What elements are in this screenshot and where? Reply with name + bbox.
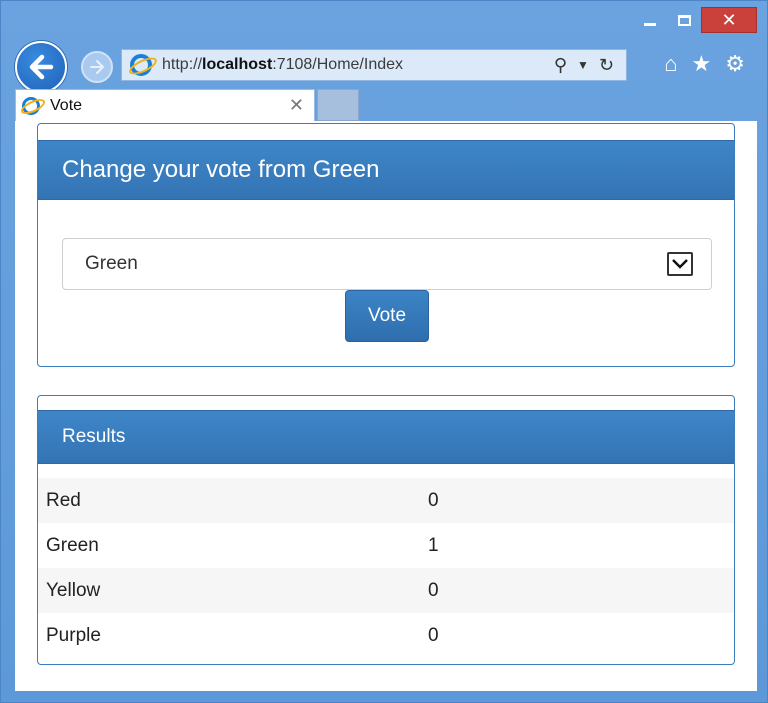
close-icon: ✕ [721, 9, 737, 30]
new-tab-button[interactable] [317, 89, 359, 121]
browser-toolbar: ⌂ ★ ⚙ [664, 51, 745, 77]
chevron-down-icon[interactable] [667, 252, 693, 276]
home-icon[interactable]: ⌂ [664, 51, 677, 77]
vote-count: 0 [428, 478, 734, 523]
vote-count: 1 [428, 523, 734, 568]
table-row: Purple 0 [38, 613, 734, 658]
vote-count: 0 [428, 568, 734, 613]
close-tab-icon[interactable]: ✕ [289, 95, 304, 116]
results-table: Red 0 Green 1 Yellow 0 Purple 0 [38, 478, 734, 658]
maximize-button[interactable] [667, 7, 701, 33]
address-tools: ⚲ ▼ ↻ [554, 55, 614, 76]
vote-button[interactable]: Vote [345, 290, 429, 342]
forward-button[interactable] [81, 51, 113, 83]
url-host: localhost [202, 56, 273, 73]
maximize-icon [677, 14, 691, 26]
color-name: Red [38, 478, 428, 523]
refresh-icon[interactable]: ↻ [599, 55, 614, 76]
selected-option: Green [85, 253, 138, 274]
vote-panel-title: Change your vote from Green [38, 140, 734, 200]
back-arrow-icon [29, 54, 54, 80]
minimize-button[interactable] [633, 7, 667, 33]
color-select[interactable]: Green [62, 238, 712, 290]
window-caption-buttons: ✕ [633, 7, 757, 33]
color-name: Green [38, 523, 428, 568]
results-panel-title: Results [38, 410, 734, 464]
results-panel: Results Red 0 Green 1 Yellow 0 Purple 0 [37, 395, 735, 665]
vote-count: 0 [428, 613, 734, 658]
url-prefix: http:// [162, 56, 203, 73]
ie-logo-icon [130, 54, 152, 76]
browser-tab[interactable]: Vote ✕ [15, 89, 315, 121]
address-bar[interactable]: http://localhost:7108/Home/Index ⚲ ▼ ↻ [121, 49, 627, 81]
browser-window: ✕ http://localhost:7108/Home/Index ⚲ ▼ ↻… [0, 0, 768, 703]
url-text[interactable]: http://localhost:7108/Home/Index [162, 56, 403, 74]
vote-panel: Change your vote from Green Green Vote [37, 123, 735, 367]
ie-logo-icon [22, 96, 40, 115]
color-name: Yellow [38, 568, 428, 613]
page-content: Change your vote from Green Green Vote R… [15, 121, 757, 691]
table-row: Yellow 0 [38, 568, 734, 613]
back-button[interactable] [15, 41, 67, 93]
table-row: Red 0 [38, 478, 734, 523]
minimize-icon [644, 22, 656, 26]
star-icon[interactable]: ★ [692, 51, 712, 77]
url-path: :7108/Home/Index [272, 56, 404, 73]
forward-arrow-icon [90, 60, 104, 74]
dropdown-arrow-icon[interactable]: ▼ [577, 58, 589, 72]
color-name: Purple [38, 613, 428, 658]
search-icon[interactable]: ⚲ [554, 55, 567, 76]
close-window-button[interactable]: ✕ [701, 7, 757, 33]
tab-title: Vote [50, 96, 83, 114]
gear-icon[interactable]: ⚙ [725, 51, 745, 77]
table-row: Green 1 [38, 523, 734, 568]
